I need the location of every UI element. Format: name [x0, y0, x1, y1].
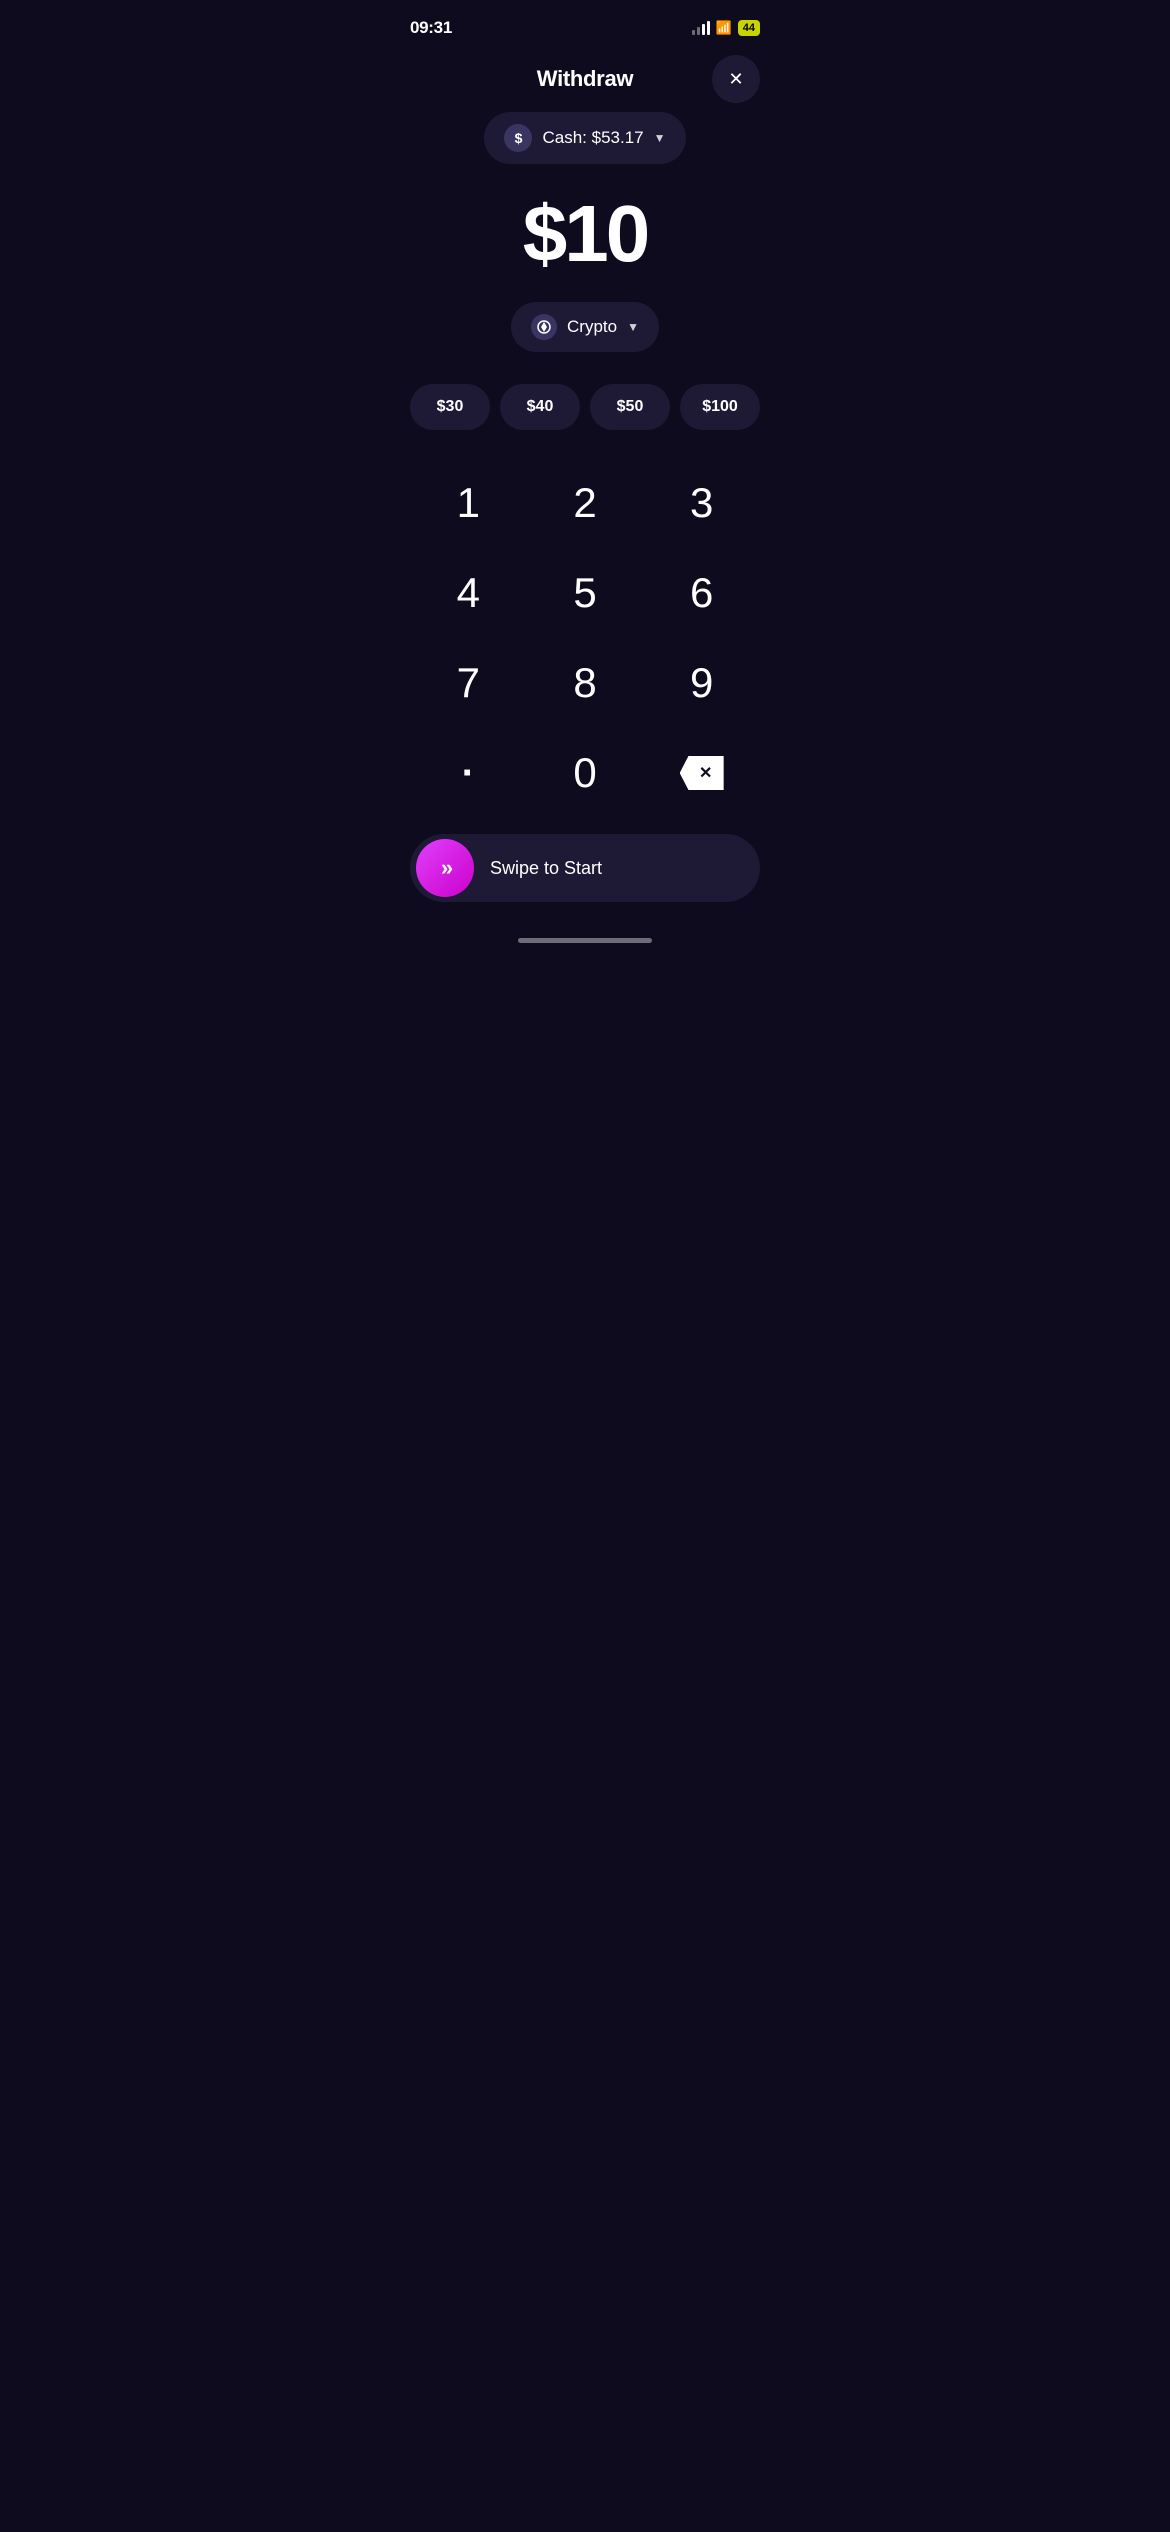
swipe-cta: » Swipe to Start — [410, 818, 760, 938]
swipe-arrows-icon: » — [441, 855, 449, 881]
battery-badge: 44 — [738, 20, 760, 36]
chevron-down-icon: ▼ — [627, 320, 639, 334]
crypto-icon — [531, 314, 557, 340]
status-time: 09:31 — [410, 18, 452, 38]
cash-selector[interactable]: $ Cash: $53.17 ▼ — [484, 112, 685, 164]
dollar-symbol: $ — [515, 130, 523, 146]
numpad: 1 2 3 4 5 6 7 8 9 · 0 ✕ — [410, 458, 760, 818]
close-icon: ✕ — [728, 69, 743, 90]
quick-amount-50[interactable]: $50 — [590, 384, 670, 430]
crypto-selector[interactable]: Crypto ▼ — [511, 302, 659, 352]
close-button[interactable]: ✕ — [712, 55, 760, 103]
quick-amount-100[interactable]: $100 — [680, 384, 760, 430]
chevron-down-icon: ▼ — [654, 131, 666, 145]
status-icons: 📶 44 — [692, 20, 760, 36]
numpad-key-backspace[interactable]: ✕ — [643, 728, 760, 818]
quick-amounts: $30 $40 $50 $100 — [410, 384, 760, 430]
backspace-icon: ✕ — [680, 756, 724, 790]
numpad-key-3[interactable]: 3 — [643, 458, 760, 548]
amount-display: $10 — [523, 194, 647, 274]
wifi-icon: 📶 — [716, 20, 732, 36]
quick-amount-30[interactable]: $30 — [410, 384, 490, 430]
signal-icon — [692, 21, 710, 35]
home-indicator — [518, 938, 652, 943]
numpad-key-8[interactable]: 8 — [527, 638, 644, 728]
numpad-key-6[interactable]: 6 — [643, 548, 760, 638]
swipe-handle[interactable]: » — [416, 839, 474, 897]
numpad-key-4[interactable]: 4 — [410, 548, 527, 638]
crypto-label: Crypto — [567, 317, 617, 337]
main-content: Withdraw ✕ $ Cash: $53.17 ▼ $10 Crypto ▼… — [390, 50, 780, 938]
page-title: Withdraw — [537, 66, 633, 92]
quick-amount-40[interactable]: $40 — [500, 384, 580, 430]
cash-icon: $ — [504, 124, 532, 152]
cash-label: Cash: $53.17 — [542, 128, 643, 148]
swipe-track[interactable]: » Swipe to Start — [410, 834, 760, 902]
numpad-key-dot[interactable]: · — [410, 728, 527, 818]
status-bar: 09:31 📶 44 — [390, 0, 780, 50]
numpad-key-1[interactable]: 1 — [410, 458, 527, 548]
numpad-key-7[interactable]: 7 — [410, 638, 527, 728]
numpad-key-0[interactable]: 0 — [527, 728, 644, 818]
numpad-key-5[interactable]: 5 — [527, 548, 644, 638]
swipe-label: Swipe to Start — [490, 858, 602, 879]
numpad-key-9[interactable]: 9 — [643, 638, 760, 728]
numpad-key-2[interactable]: 2 — [527, 458, 644, 548]
header: Withdraw ✕ — [410, 50, 760, 112]
